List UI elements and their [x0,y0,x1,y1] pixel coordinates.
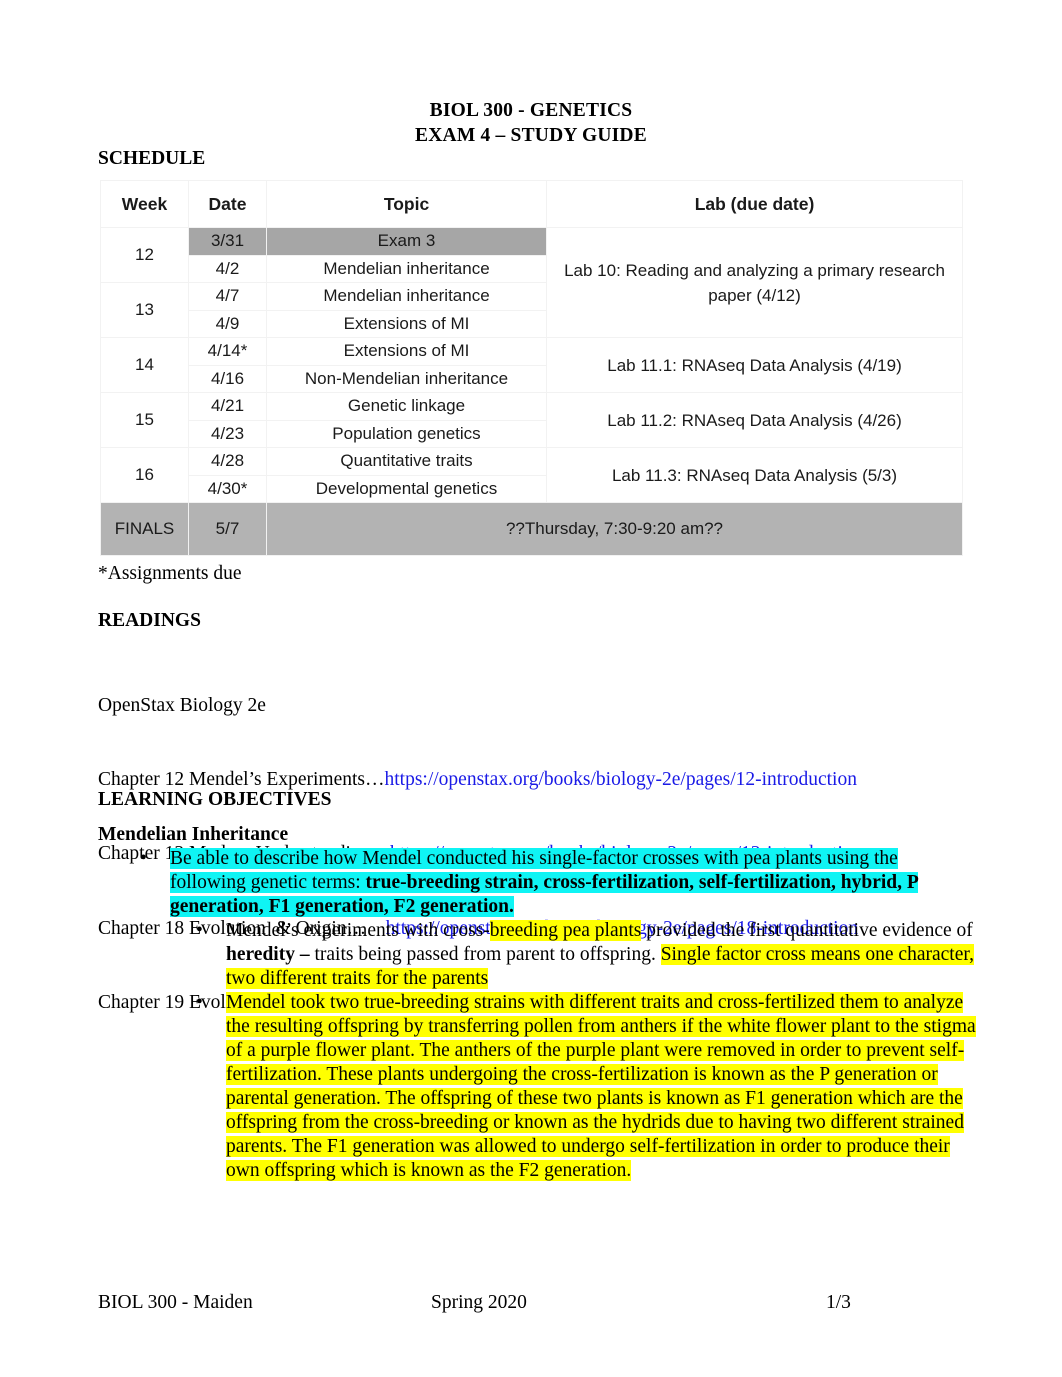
schedule-table: Week Date Topic Lab (due date) 12 3/31 E… [100,180,963,556]
list-item: • Mendel’s experiments with cross-breedi… [98,919,978,991]
cell-lab: Lab 11.1: RNAseq Data Analysis (4/19) [546,337,963,393]
cell-topic: Mendelian inheritance [266,254,547,283]
mendelian-inheritance-subheading: Mendelian Inheritance [98,824,289,845]
cell-date: 4/14* [188,337,267,366]
reading-label: Chapter 12 Mendel’s Experiments… [98,768,385,790]
readings-source: OpenStax Biology 2e [98,694,266,716]
document-title-block: BIOL 300 - GENETICS EXAM 4 – STUDY GUIDE [98,98,964,148]
cell-date: 4/7 [188,282,267,311]
column-header-topic: Topic [266,180,547,228]
title-line-1: BIOL 300 - GENETICS [429,100,633,121]
cell-date: 4/30* [188,474,267,503]
cell-topic: Population genetics [266,419,547,448]
cell-topic: Extensions of MI [266,337,547,366]
bullet-glyph: • [140,848,147,869]
bullet-glyph: • [196,992,203,1013]
cell-date: 4/9 [188,309,267,338]
cell-topic: Mendelian inheritance [266,282,547,311]
cell-lab: Lab 11.2: RNAseq Data Analysis (4/26) [546,392,963,448]
sub-bullet-1-seg-d: heredity – [226,944,310,965]
cell-topic: Genetic linkage [266,392,547,421]
learning-objectives-heading: LEARNING OBJECTIVES [98,789,332,810]
footer-course: BIOL 300 - Maiden [98,1292,253,1313]
footer-page-number: 1/3 [826,1292,851,1313]
cell-week: 15 [100,392,189,448]
cell-date: 3/31 [188,227,267,256]
schedule-table-wrapper: Week Date Topic Lab (due date) 12 3/31 E… [100,180,963,556]
sub-bullet-1-seg-a: Mendel’s experiments with cross- [226,920,490,941]
cell-topic: Developmental genetics [266,474,547,503]
table-row: 14 4/14* Extensions of MI Lab 11.1: RNAs… [100,337,963,393]
document-page: BIOL 300 - GENETICS EXAM 4 – STUDY GUIDE… [0,0,1062,1377]
cell-week: 14 [100,337,189,393]
reading-url-link[interactable]: https://openstax.org/books/biology-2e/pa… [384,769,856,790]
table-row-finals: FINALS 5/7 ??Thursday, 7:30-9:20 am?? [100,502,963,556]
cell-date: 4/16 [188,364,267,393]
cell-topic: Quantitative traits [266,447,547,476]
cell-date: 4/28 [188,447,267,476]
cell-date: 4/23 [188,419,267,448]
assignments-footnote: *Assignments due [98,563,242,584]
readings-heading: READINGS [98,610,201,631]
bullet-glyph: • [196,920,203,941]
sub-bullet-1-seg-c: provided the first quantitative evidence… [641,920,973,941]
cell-finals-week: FINALS [100,502,189,556]
list-item: • Mendel took two true-breeding strains … [98,991,978,1183]
cell-topic: Non-Mendelian inheritance [266,364,547,393]
table-row: 16 4/28 Quantitative traits Lab 11.3: RN… [100,447,963,503]
footer-term: Spring 2020 [431,1292,527,1313]
cell-topic: Exam 3 [266,227,547,256]
title-line-2: EXAM 4 – STUDY GUIDE [415,125,647,146]
schedule-heading: SCHEDULE [98,148,206,169]
table-row: 15 4/21 Genetic linkage Lab 11.2: RNAseq… [100,392,963,448]
cell-finals-date: 5/7 [188,502,267,556]
cell-week: 16 [100,447,189,503]
cell-date: 4/2 [188,254,267,283]
sub-bullet-1-seg-e: traits being passed from parent to offsp… [309,944,661,965]
objectives-bullet-list: • Be able to describe how Mendel conduct… [98,847,978,1183]
bullet-1-text: Be able to describe how Mendel conducted… [170,848,918,917]
cell-week: 13 [100,282,189,338]
sub-bullet-2-text: Mendel took two true-breeding strains wi… [226,992,976,1181]
cell-lab: Lab 10: Reading and analyzing a primary … [546,227,963,338]
column-header-date: Date [188,180,267,228]
cell-date: 4/21 [188,392,267,421]
cell-finals-note: ??Thursday, 7:30-9:20 am?? [266,502,963,556]
list-item: • Be able to describe how Mendel conduct… [98,847,978,919]
column-header-lab: Lab (due date) [546,180,963,228]
column-header-week: Week [100,180,189,228]
cell-topic: Extensions of MI [266,309,547,338]
table-header-row: Week Date Topic Lab (due date) [100,180,963,228]
cell-lab: Lab 11.3: RNAseq Data Analysis (5/3) [546,447,963,503]
sub-bullet-1-seg-b: breeding pea plants [489,920,642,941]
table-row: 12 3/31 Exam 3 Lab 10: Reading and analy… [100,227,963,338]
cell-week: 12 [100,227,189,283]
